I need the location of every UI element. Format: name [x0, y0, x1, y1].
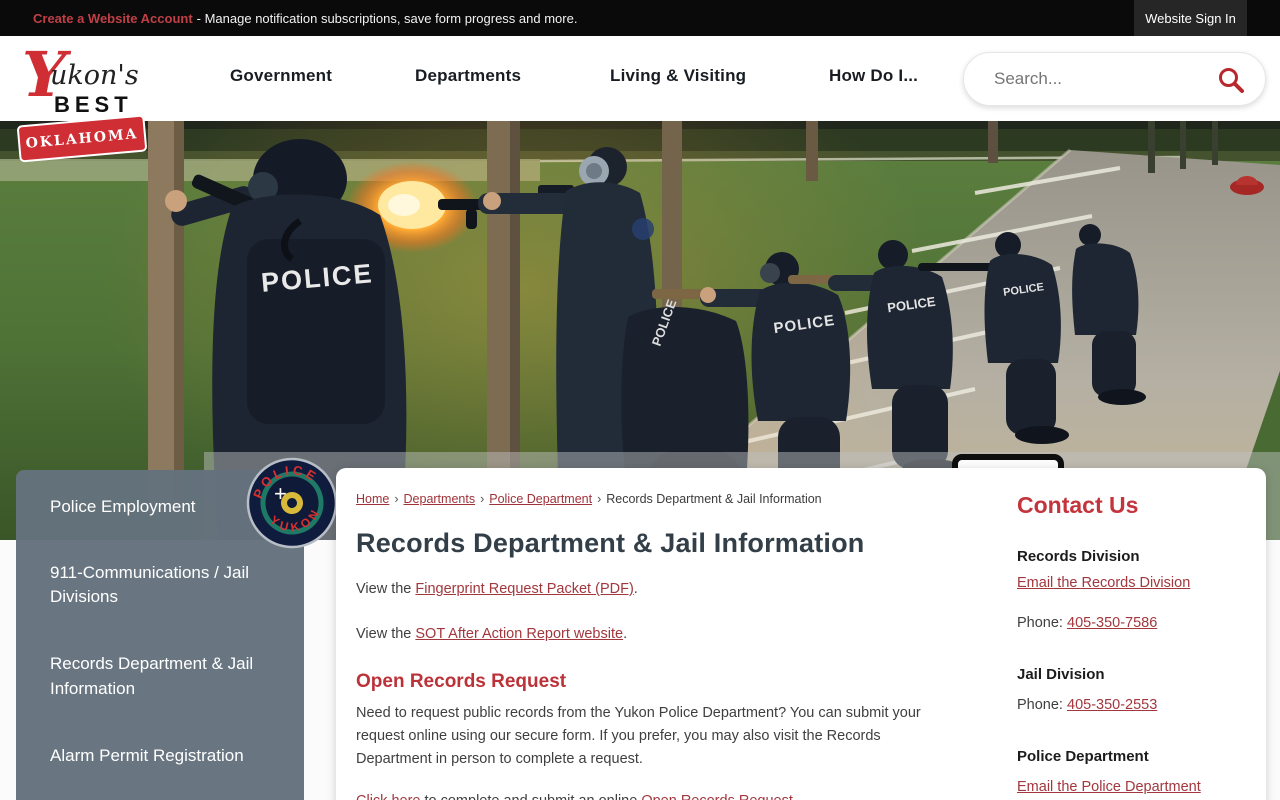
records-division-label: Records Division — [1017, 548, 1140, 565]
page-title: Records Department & Jail Information — [356, 528, 865, 558]
sidebar-item-records-department[interactable]: Records Department & Jail Information — [50, 643, 274, 709]
search-box[interactable] — [963, 52, 1266, 106]
open-records-paragraph: Need to request public records from the … — [356, 705, 921, 767]
open-records-request-link[interactable]: Open Records Request — [641, 793, 793, 800]
breadcrumb-home[interactable]: Home — [356, 492, 389, 506]
records-phone-link[interactable]: 405-350-7586 — [1067, 615, 1157, 631]
site-header: Government Departments Living & Visiting… — [0, 36, 1280, 121]
logo-best: BEST — [54, 92, 133, 117]
search-input[interactable] — [964, 69, 1194, 89]
nav-departments[interactable]: Departments — [415, 66, 521, 86]
email-records-division-link[interactable]: Email the Records Division — [1017, 575, 1190, 591]
open-records-heading: Open Records Request — [356, 671, 567, 692]
nav-government[interactable]: Government — [230, 66, 332, 86]
open-records-cta: Click here to complete and submit an onl… — [356, 793, 956, 800]
nav-living-visiting[interactable]: Living & Visiting — [610, 66, 746, 86]
breadcrumb-police-department[interactable]: Police Department — [489, 492, 592, 506]
create-account-link[interactable]: Create a Website Account — [33, 11, 193, 26]
police-department-badge: POLICE YUKON — [246, 457, 338, 549]
main-content-column: Records Department & Jail Information Vi… — [356, 528, 956, 800]
logo-oklahoma-ribbon: OKLAHOMA — [18, 116, 146, 161]
sot-report-link[interactable]: SOT After Action Report website — [415, 626, 623, 642]
fingerprint-line: View the Fingerprint Request Packet (PDF… — [356, 581, 638, 597]
contact-us-heading: Contact Us — [1017, 492, 1139, 518]
contact-us-column: Contact Us Records Division Email the Re… — [1017, 492, 1267, 795]
site-logo[interactable]: Y ukon's BEST OKLAHOMA — [18, 42, 148, 164]
breadcrumb-departments[interactable]: Departments — [404, 492, 476, 506]
sidebar-item-911-communications[interactable]: 911-Communications / Jail Divisions — [50, 552, 274, 618]
jail-phone-line: Phone: 405-350-2553 — [1017, 697, 1158, 713]
logo-yukons: ukon's — [50, 60, 139, 91]
jail-division-label: Jail Division — [1017, 666, 1105, 683]
email-police-department-link[interactable]: Email the Police Department — [1017, 779, 1201, 795]
sot-line: View the SOT After Action Report website… — [356, 626, 628, 642]
account-description: - Manage notification subscriptions, sav… — [196, 10, 578, 26]
police-department-label: Police Department — [1017, 748, 1149, 765]
jail-phone-link[interactable]: 405-350-2553 — [1067, 697, 1157, 713]
search-icon[interactable] — [1217, 66, 1245, 94]
sidebar-item-alarm-permit[interactable]: Alarm Permit Registration — [50, 735, 274, 777]
top-utility-bar: Create a Website Account - Manage notifi… — [0, 0, 1280, 36]
website-signin-button[interactable]: Website Sign In — [1134, 0, 1247, 36]
content-card: Home › Departments › Police Department › Recor… — [336, 468, 1266, 800]
sidebar-item-police-employment[interactable]: Police Employment — [50, 486, 274, 528]
breadcrumb-current: Records Department & Jail Information — [606, 492, 822, 506]
nav-how-do-i[interactable]: How Do I... — [829, 66, 918, 86]
records-phone-line: Phone: 405-350-7586 — [1017, 615, 1158, 631]
expand-plus-icon[interactable]: + — [274, 481, 287, 507]
fingerprint-packet-link[interactable]: Fingerprint Request Packet (PDF) — [415, 581, 633, 597]
click-here-link[interactable]: Click here — [356, 793, 420, 800]
